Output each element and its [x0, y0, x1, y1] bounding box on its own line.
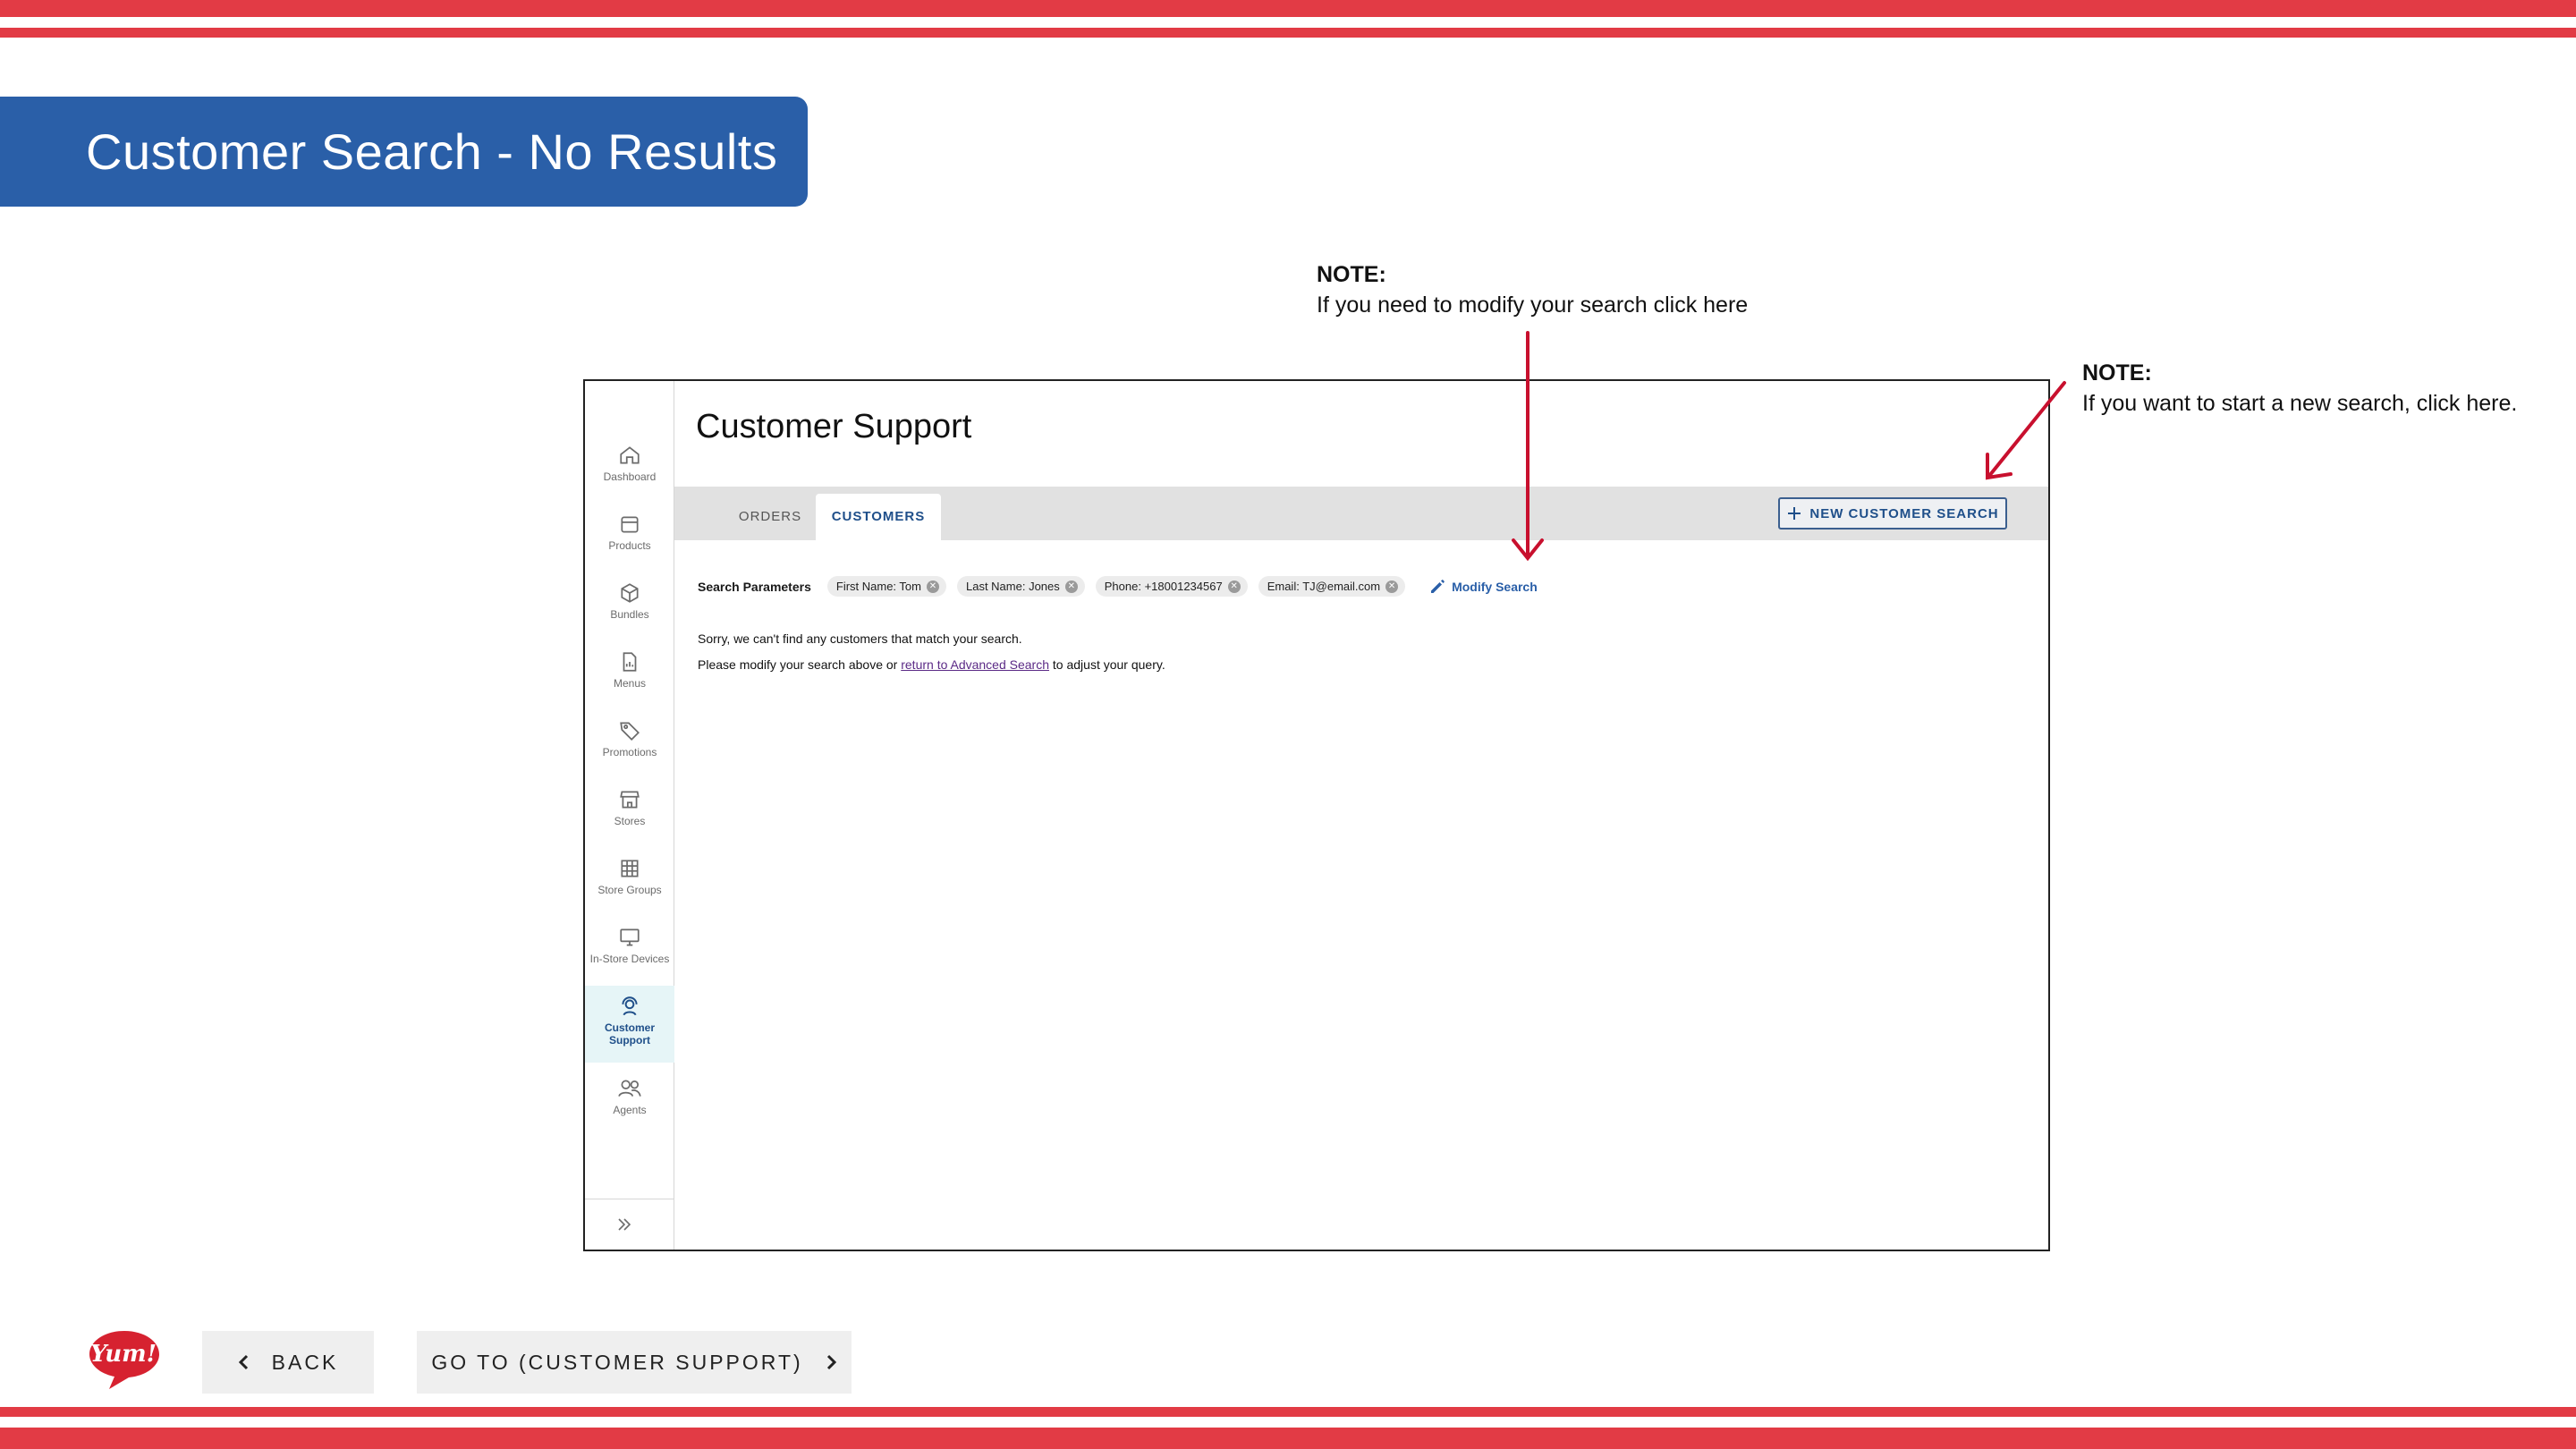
go-to-customer-support-button[interactable]: GO TO (CUSTOMER SUPPORT) — [417, 1331, 852, 1394]
svg-text:Yum!: Yum! — [90, 1341, 157, 1368]
back-button[interactable]: BACK — [202, 1331, 374, 1394]
arrow-to-new-search — [1986, 381, 2066, 480]
back-label: BACK — [271, 1350, 339, 1374]
forward-label: GO TO (CUSTOMER SUPPORT) — [431, 1350, 803, 1374]
arrow-to-modify-search — [1512, 331, 1544, 562]
yum-logo: Yum! — [89, 1331, 159, 1389]
chevron-left-icon — [238, 1354, 248, 1370]
chevron-right-icon — [826, 1354, 836, 1370]
annotation-arrows — [1512, 331, 2066, 562]
